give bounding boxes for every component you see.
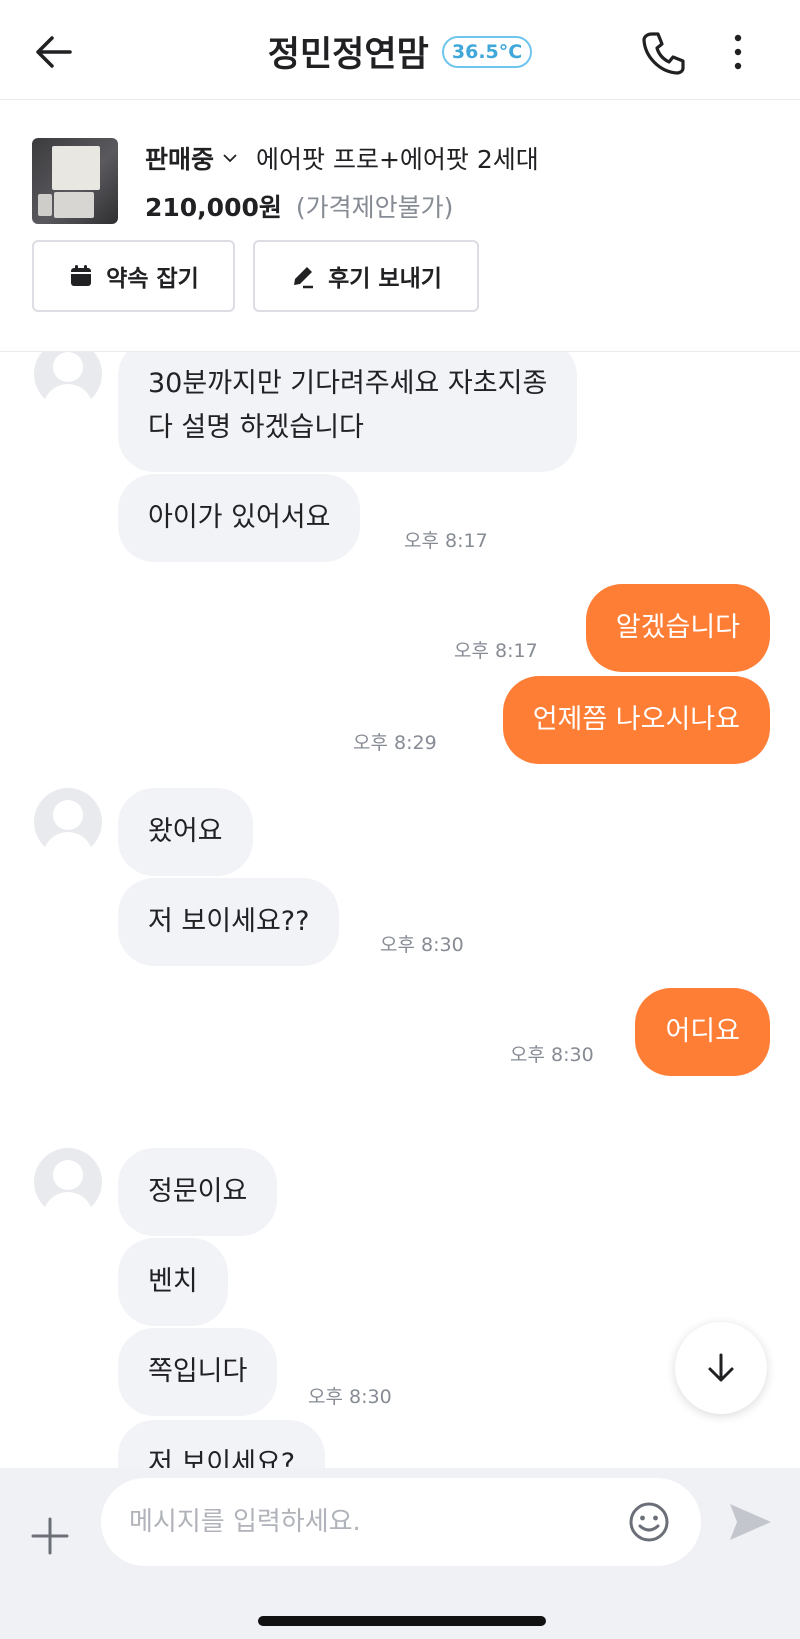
outgoing-message: 어디요: [635, 988, 770, 1076]
smiley-icon: [629, 1502, 669, 1542]
sale-status-dropdown[interactable]: 판매중: [145, 140, 214, 176]
chat-screen: 정민정연맘 36.5°C 판매중 에어팟 프로+에어팟 2세대 210,000원…: [0, 0, 800, 1639]
partner-avatar[interactable]: [34, 788, 102, 856]
incoming-message: 왔어요: [118, 788, 253, 876]
send-review-label: 후기 보내기: [328, 266, 442, 292]
price-row: 210,000원 (가격제안불가): [145, 188, 453, 224]
more-vertical-icon: [734, 34, 742, 70]
partner-avatar[interactable]: [34, 352, 102, 408]
product-title[interactable]: 에어팟 프로+에어팟 2세대: [256, 140, 539, 176]
chevron-down-icon[interactable]: [222, 150, 238, 166]
plus-icon: [31, 1517, 69, 1555]
calendar-icon: [71, 265, 92, 286]
pencil-icon: [294, 267, 314, 289]
incoming-message: 저 보이세요??: [118, 878, 340, 966]
message-timestamp: 오후 8:17: [454, 640, 538, 662]
scroll-to-bottom-button[interactable]: [675, 1322, 767, 1414]
partner-avatar[interactable]: [34, 1148, 102, 1216]
attach-button[interactable]: [30, 1516, 70, 1556]
send-icon: [730, 1504, 771, 1540]
emoji-button[interactable]: [627, 1500, 671, 1544]
call-button[interactable]: [638, 28, 688, 78]
message-timestamp: 오후 8:29: [353, 732, 437, 754]
message-timestamp: 오후 8:30: [510, 1044, 594, 1066]
product-summary: 판매중 에어팟 프로+에어팟 2세대 210,000원 (가격제안불가) 약속 …: [0, 100, 800, 352]
send-button[interactable]: [727, 1500, 773, 1544]
incoming-message: 아이가 있어서요: [118, 474, 361, 562]
manner-temperature-badge[interactable]: 36.5°C: [441, 35, 533, 68]
send-review-button[interactable]: 후기 보내기: [253, 240, 479, 312]
phone-icon: [642, 32, 685, 75]
message-composer: [0, 1468, 800, 1639]
outgoing-message: 언제쯤 나오시나요: [502, 676, 770, 764]
incoming-message: 정문이요: [118, 1148, 278, 1236]
outgoing-message: 알겠습니다: [585, 584, 770, 672]
chat-header: 정민정연맘 36.5°C: [0, 0, 800, 100]
incoming-message: 쪽입니다: [118, 1328, 278, 1416]
message-timestamp: 오후 8:30: [308, 1386, 392, 1408]
product-price: 210,000원: [145, 193, 282, 222]
arrow-down-icon: [708, 1353, 734, 1382]
message-timestamp: 오후 8:17: [404, 530, 488, 552]
message-input[interactable]: [101, 1478, 701, 1566]
make-appointment-label: 약속 잡기: [106, 266, 199, 292]
incoming-message: 벤치: [118, 1238, 228, 1326]
incoming-message: 30분까지만 기다려주세요 자초지종 다 설명 하겠습니다: [118, 352, 578, 472]
message-timestamp: 오후 8:30: [380, 934, 464, 956]
product-status-row: 판매중 에어팟 프로+에어팟 2세대: [145, 140, 539, 176]
make-appointment-button[interactable]: 약속 잡기: [32, 240, 235, 312]
message-list[interactable]: 30분까지만 기다려주세요 자초지종 다 설명 하겠습니다 아이가 있어서요 오…: [0, 352, 800, 1468]
product-thumbnail[interactable]: [32, 138, 118, 224]
home-indicator[interactable]: [258, 1616, 546, 1626]
price-note: (가격제안불가): [295, 193, 454, 222]
incoming-message: 저 보이세요?: [118, 1420, 326, 1468]
more-options-button[interactable]: [726, 30, 750, 74]
chat-partner-name: 정민정연맘: [267, 35, 429, 75]
